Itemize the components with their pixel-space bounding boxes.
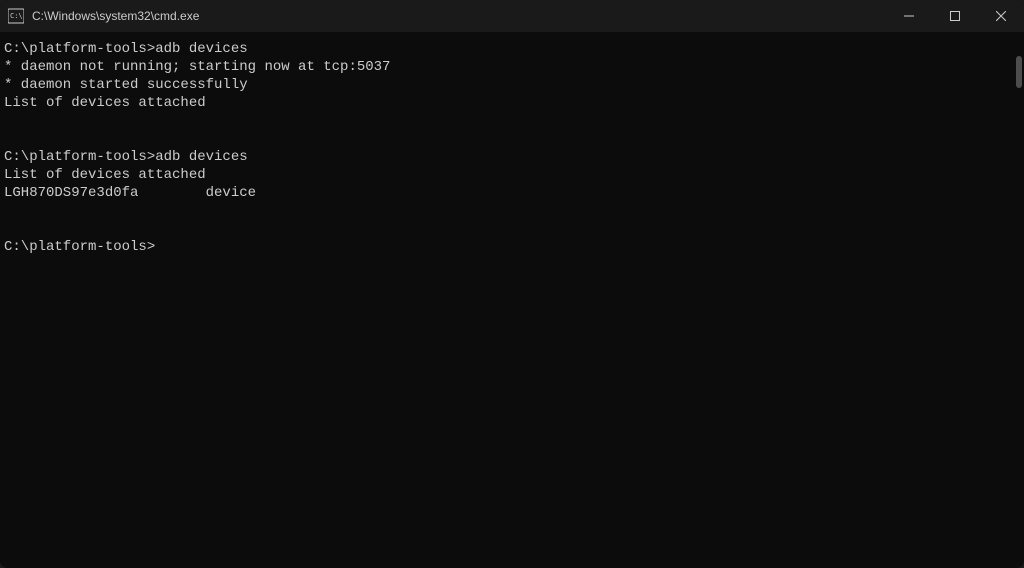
window-title: C:\Windows\system32\cmd.exe <box>32 9 886 23</box>
cmd-window: C:\ C:\Windows\system32\cmd.exe <box>0 0 1024 568</box>
maximize-button[interactable] <box>932 0 978 32</box>
scrollbar-thumb[interactable] <box>1016 56 1022 88</box>
terminal-output: C:\platform-tools>adb devices * daemon n… <box>0 32 1024 264</box>
window-controls <box>886 0 1024 32</box>
terminal-body[interactable]: C:\platform-tools>adb devices * daemon n… <box>0 32 1024 568</box>
close-button[interactable] <box>978 0 1024 32</box>
svg-text:C:\: C:\ <box>10 12 23 20</box>
scrollbar-track[interactable] <box>1010 32 1024 568</box>
minimize-button[interactable] <box>886 0 932 32</box>
titlebar[interactable]: C:\ C:\Windows\system32\cmd.exe <box>0 0 1024 32</box>
cmd-icon: C:\ <box>8 8 24 24</box>
